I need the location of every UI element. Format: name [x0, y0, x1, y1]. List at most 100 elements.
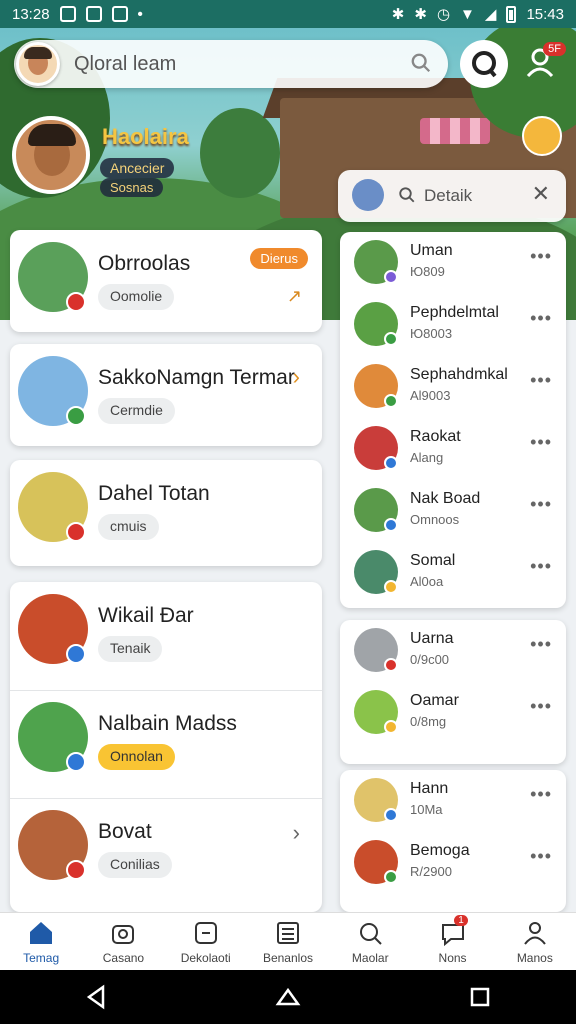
nav-status[interactable]: Dekolaoti [165, 913, 247, 970]
more-options-icon[interactable]: ••• [530, 556, 552, 577]
hero-avatar[interactable] [12, 116, 90, 194]
more-options-icon[interactable]: ••• [530, 784, 552, 805]
wifi-icon: ▼ [460, 5, 475, 23]
chat-subtitle: Alang [410, 450, 444, 465]
nav-home[interactable]: Temag [0, 913, 82, 970]
system-navigation [0, 970, 576, 1024]
close-icon[interactable]: ✕ [532, 181, 550, 207]
contact-chip[interactable]: Onnolan [98, 744, 175, 770]
chat-list-item[interactable]: Uman Ю809 ••• [340, 232, 566, 294]
status-badge [384, 270, 398, 284]
contact-name: Wikail Ðar [98, 604, 194, 627]
contact-chip[interactable]: Conilias [98, 852, 172, 878]
panel-search-text: Detaik [424, 186, 473, 205]
chat-name: Nak Boad [410, 490, 481, 507]
chat-list-panel: Uman Ю809 ••• Pephdelmtal Ю8003 ••• Sephahdmka… [340, 232, 566, 608]
more-options-icon[interactable]: ••• [530, 846, 552, 867]
contact-card[interactable]: Obrroolas Oomolie Dierus ↗ [10, 230, 322, 332]
contact-chip[interactable]: Oomolie [98, 284, 175, 310]
status-bar: 13:28 • ✱ ✱ ◷ ▼ ◢ 15:43 [0, 0, 576, 28]
status-badge [66, 752, 86, 772]
nav-list[interactable]: Benanlos [247, 913, 329, 970]
chevron-right-icon[interactable]: › [293, 820, 300, 846]
chat-subtitle: Al0oa [410, 574, 444, 589]
app-logo-icon[interactable] [460, 40, 508, 88]
search-bar[interactable]: Qloral leam [14, 40, 448, 88]
profile-avatar[interactable] [16, 42, 60, 86]
chat-subtitle: 0/9c00 [410, 652, 450, 667]
contact-name: Dahel Totan [98, 482, 210, 505]
list-item[interactable]: Obrroolas Oomolie Dierus ↗ [10, 230, 322, 338]
more-options-icon[interactable]: ••• [530, 696, 552, 717]
hero-subtitle: Ancecier [100, 158, 175, 178]
chat-name: Uman [410, 242, 453, 259]
list-icon [276, 922, 299, 944]
panel-search-bar[interactable]: Detaik ✕ [338, 170, 566, 222]
more-options-icon[interactable]: ••• [530, 432, 552, 453]
status-badge [384, 658, 398, 672]
chat-list-item[interactable]: Uarna 0/9c00 ••• [340, 620, 566, 682]
chat-name: Uarna [410, 630, 454, 647]
camera-icon [112, 925, 135, 944]
contact-tag[interactable]: Dierus [250, 248, 308, 269]
hero-subtitle-2: Sosnas [100, 178, 164, 197]
contact-card[interactable]: Dahel Totan cmuis [10, 460, 322, 566]
nav-badge: 1 [454, 915, 468, 926]
contact-name: Nalbain Madss [98, 712, 237, 735]
hero-secondary-avatar[interactable] [522, 116, 562, 156]
notifications-button[interactable]: 5F [522, 42, 566, 84]
chat-subtitle: 10Ma [410, 802, 443, 817]
chat-list-item[interactable]: Nak Boad Omnoos ••• [340, 480, 566, 542]
more-options-icon[interactable]: ••• [530, 246, 552, 267]
list-item[interactable]: Dahel Totan cmuis [10, 460, 322, 568]
more-options-icon[interactable]: ••• [530, 634, 552, 655]
chevron-right-icon[interactable]: › [293, 364, 300, 390]
notification-badge: 5F [543, 42, 566, 56]
chat-list-item[interactable]: Sephahdmkal Al9003 ••• [340, 356, 566, 418]
status-badge [66, 522, 86, 542]
chat-name: Raokat [410, 428, 461, 445]
gallery-icon [59, 6, 76, 22]
nav-label: Nons [438, 951, 467, 965]
recents-icon[interactable] [467, 984, 493, 1010]
status-badge [66, 406, 86, 426]
status-badge [384, 808, 398, 822]
list-item[interactable]: SakkoNamgn Termar Cermdie › [10, 344, 322, 452]
chat-name: Pephdelmtal [410, 304, 499, 321]
alarm-icon: ◷ [436, 6, 451, 23]
more-options-icon[interactable]: ••• [530, 308, 552, 329]
search-icon[interactable] [410, 52, 432, 74]
search-placeholder: Qloral leam [74, 52, 177, 75]
vibrate-icon: ✱ [414, 6, 427, 23]
contact-chip[interactable]: Tenaik [98, 636, 163, 662]
contact-chip[interactable]: Cermdie [98, 398, 175, 424]
chat-list-item[interactable]: Pephdelmtal Ю8003 ••• [340, 294, 566, 356]
chat-list-item[interactable]: Bemoga R/2900 ••• [340, 832, 566, 894]
bluetooth-icon: ✱ [391, 6, 405, 23]
nav-search[interactable]: Maolar [329, 913, 411, 970]
contact-card[interactable]: SakkoNamgn Termar Cermdie › [10, 344, 322, 446]
nav-notifications[interactable]: 1 Nons [411, 913, 493, 970]
list-item[interactable]: Bovat Conilias › [10, 798, 322, 906]
list-item[interactable]: Nalbain Madss Onnolan [10, 690, 322, 798]
chat-list-item[interactable]: Hann 10Ma ••• [340, 770, 566, 832]
more-options-icon[interactable]: ••• [530, 494, 552, 515]
contact-name: Obrroolas [98, 252, 191, 275]
chat-subtitle: R/2900 [410, 864, 452, 879]
nav-profile[interactable]: Manos [494, 913, 576, 970]
chat-list-item[interactable]: Somal Al0oa ••• [340, 542, 566, 604]
status-badge [384, 456, 398, 470]
home-circle-icon[interactable] [275, 984, 301, 1010]
reply-icon[interactable]: ↗ [287, 286, 302, 307]
contact-chip[interactable]: cmuis [98, 514, 159, 540]
chat-name: Bemoga [410, 842, 470, 859]
contact-card[interactable]: Wikail Ðar Tenaik Nalbain Madss Onnolan … [10, 582, 322, 912]
square-icon [194, 922, 217, 944]
back-icon[interactable] [83, 984, 109, 1010]
nav-camera[interactable]: Casano [82, 913, 164, 970]
signal-icon: ◢ [484, 6, 497, 23]
chat-list-item[interactable]: Raokat Alang ••• [340, 418, 566, 480]
more-options-icon[interactable]: ••• [530, 370, 552, 391]
chat-list-item[interactable]: Oamar 0/8mg ••• [340, 682, 566, 744]
list-item[interactable]: Wikail Ðar Tenaik [10, 582, 322, 690]
